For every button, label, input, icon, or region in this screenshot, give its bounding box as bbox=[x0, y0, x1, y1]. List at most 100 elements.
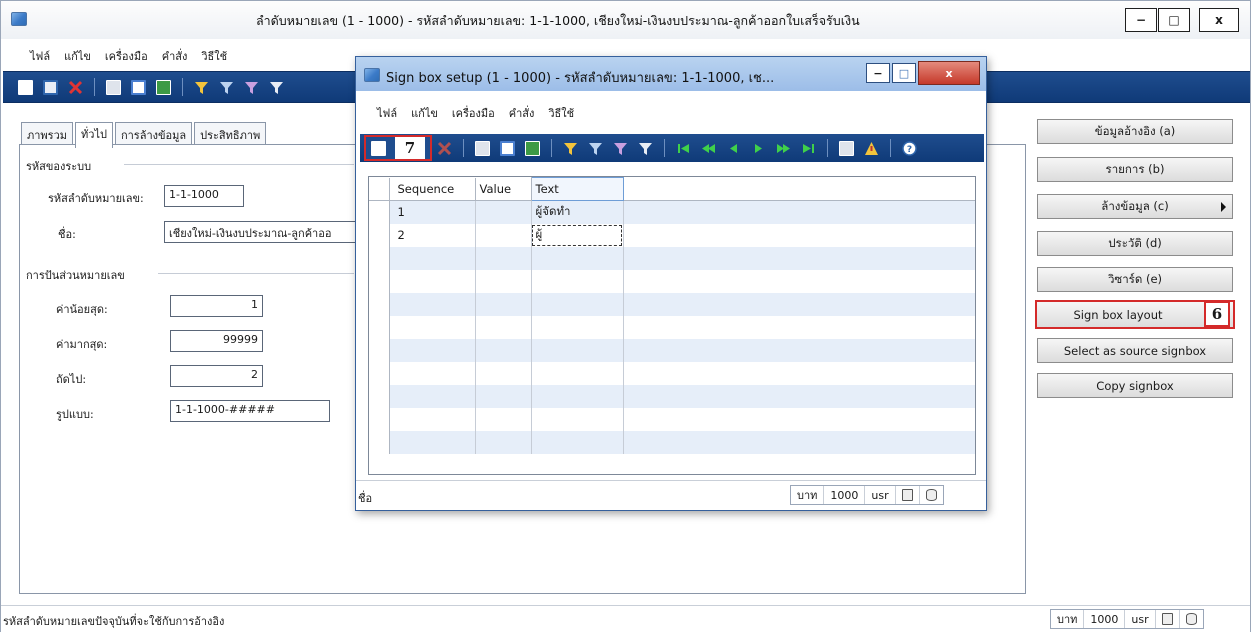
print-preview-icon[interactable] bbox=[131, 79, 146, 95]
cell-value[interactable] bbox=[475, 246, 532, 270]
cleanup-button[interactable]: ล้างข้อมูล (c) bbox=[1037, 194, 1233, 219]
cell-text[interactable] bbox=[531, 246, 624, 270]
next-record-icon[interactable] bbox=[751, 141, 766, 156]
copy-signbox-button[interactable]: Copy signbox bbox=[1037, 373, 1233, 398]
cell-value[interactable] bbox=[475, 430, 532, 454]
next-page-icon[interactable] bbox=[776, 141, 791, 156]
tab-general[interactable]: ทั่วไป bbox=[75, 122, 113, 148]
excel-icon[interactable] bbox=[156, 79, 171, 95]
cell-value[interactable] bbox=[475, 269, 532, 293]
row-selector[interactable] bbox=[369, 384, 390, 408]
empty-table-row[interactable] bbox=[369, 269, 975, 293]
table-row[interactable]: 2 ผู้ bbox=[369, 223, 975, 247]
status-company[interactable]: 1000 bbox=[1084, 610, 1126, 628]
cell-value[interactable] bbox=[475, 200, 532, 224]
help-icon[interactable]: ? bbox=[902, 140, 917, 156]
maximize-button[interactable]: □ bbox=[1158, 8, 1190, 32]
next-field[interactable]: 2 bbox=[170, 365, 263, 387]
new-icon[interactable] bbox=[18, 79, 33, 95]
menu-command[interactable]: คำสั่ง bbox=[155, 47, 195, 65]
menu-file[interactable]: ไฟล์ bbox=[23, 47, 57, 65]
format-field[interactable]: 1-1-1000-##### bbox=[170, 400, 330, 422]
dialog-status-print-icon[interactable] bbox=[896, 486, 920, 504]
close-button[interactable]: x bbox=[1199, 8, 1239, 32]
empty-table-row[interactable] bbox=[369, 292, 975, 316]
row-selector[interactable] bbox=[369, 407, 390, 431]
dialog-status-company[interactable]: 1000 bbox=[824, 486, 866, 504]
dialog-status-database-icon[interactable] bbox=[920, 486, 943, 504]
empty-table-row[interactable] bbox=[369, 246, 975, 270]
empty-table-row[interactable] bbox=[369, 430, 975, 454]
wizard-button[interactable]: วิซาร์ด (e) bbox=[1037, 267, 1233, 292]
cell-sequence[interactable] bbox=[389, 315, 476, 339]
column-header-text[interactable]: Text bbox=[530, 177, 624, 201]
row-selector[interactable] bbox=[369, 361, 390, 385]
min-field[interactable]: 1 bbox=[170, 295, 263, 317]
menu-help[interactable]: วิธีใช้ bbox=[194, 47, 234, 65]
last-record-icon[interactable] bbox=[801, 141, 816, 156]
cell-sequence[interactable] bbox=[389, 361, 476, 385]
cell-sequence[interactable] bbox=[389, 269, 476, 293]
table-row[interactable]: 1 ผู้จัดทำ bbox=[369, 200, 975, 224]
row-selector[interactable] bbox=[369, 246, 390, 270]
cell-text[interactable] bbox=[531, 292, 624, 316]
print-icon[interactable] bbox=[106, 79, 121, 95]
dialog-menu-command[interactable]: คำสั่ง bbox=[502, 104, 542, 122]
dialog-menu-file[interactable]: ไฟล์ bbox=[370, 104, 404, 122]
cell-sequence[interactable] bbox=[389, 246, 476, 270]
cell-text[interactable]: ผู้ bbox=[531, 223, 624, 247]
save-icon[interactable] bbox=[43, 79, 58, 95]
empty-table-row[interactable] bbox=[369, 384, 975, 408]
row-selector[interactable] bbox=[369, 292, 390, 316]
max-field[interactable]: 99999 bbox=[170, 330, 263, 352]
cell-text[interactable] bbox=[531, 338, 624, 362]
cell-value[interactable] bbox=[475, 223, 532, 247]
column-header-sequence[interactable]: Sequence bbox=[389, 177, 476, 201]
references-button[interactable]: ข้อมูลอ้างอิง (a) bbox=[1037, 119, 1233, 144]
cell-value[interactable] bbox=[475, 338, 532, 362]
cell-sequence[interactable] bbox=[389, 292, 476, 316]
cell-text[interactable] bbox=[531, 384, 624, 408]
dialog-menu-tools[interactable]: เครื่องมือ bbox=[445, 104, 502, 122]
row-selector[interactable] bbox=[369, 200, 390, 224]
empty-table-row[interactable] bbox=[369, 361, 975, 385]
row-selector[interactable] bbox=[369, 430, 390, 454]
cell-text[interactable] bbox=[531, 269, 624, 293]
cell-sequence[interactable] bbox=[389, 338, 476, 362]
cell-text[interactable] bbox=[531, 315, 624, 339]
first-record-icon[interactable] bbox=[676, 141, 691, 156]
cell-sequence[interactable] bbox=[389, 430, 476, 454]
empty-table-row[interactable] bbox=[369, 338, 975, 362]
cell-sequence[interactable]: 2 bbox=[389, 223, 476, 247]
filter-icon[interactable] bbox=[219, 80, 234, 95]
previous-record-icon[interactable] bbox=[726, 141, 741, 156]
number-seq-field[interactable]: 1-1-1000 bbox=[164, 185, 244, 207]
row-selector[interactable] bbox=[369, 269, 390, 293]
row-selector[interactable] bbox=[369, 223, 390, 247]
row-selector-header[interactable] bbox=[369, 177, 390, 201]
cell-value[interactable] bbox=[475, 361, 532, 385]
cell-text[interactable] bbox=[531, 361, 624, 385]
excel-icon[interactable] bbox=[525, 140, 540, 156]
dialog-menu-help[interactable]: วิธีใช้ bbox=[541, 104, 581, 122]
cell-text[interactable] bbox=[531, 407, 624, 431]
cell-value[interactable] bbox=[475, 292, 532, 316]
dialog-minimize-button[interactable]: − bbox=[866, 63, 890, 83]
print-icon[interactable] bbox=[475, 140, 490, 156]
delete-icon[interactable] bbox=[68, 80, 83, 95]
row-selector[interactable] bbox=[369, 338, 390, 362]
advanced-filter-icon[interactable] bbox=[244, 80, 259, 95]
history-button[interactable]: ประวัติ (d) bbox=[1037, 231, 1233, 256]
name-field[interactable]: เชียงใหม่-เงินงบประมาณ-ลูกค้าออ bbox=[164, 221, 359, 243]
menu-edit[interactable]: แก้ไข bbox=[57, 47, 98, 65]
dialog-maximize-button[interactable]: □ bbox=[892, 63, 916, 83]
status-database-icon[interactable] bbox=[1180, 610, 1203, 628]
cell-sequence[interactable] bbox=[389, 407, 476, 431]
cell-text[interactable]: ผู้จัดทำ bbox=[531, 200, 624, 224]
funnel-icon[interactable] bbox=[269, 80, 284, 95]
new-icon[interactable] bbox=[371, 140, 386, 156]
minimize-button[interactable]: − bbox=[1125, 8, 1157, 32]
cell-sequence[interactable] bbox=[389, 384, 476, 408]
filter-by-selection-icon[interactable] bbox=[563, 141, 578, 156]
cell-text[interactable] bbox=[531, 430, 624, 454]
